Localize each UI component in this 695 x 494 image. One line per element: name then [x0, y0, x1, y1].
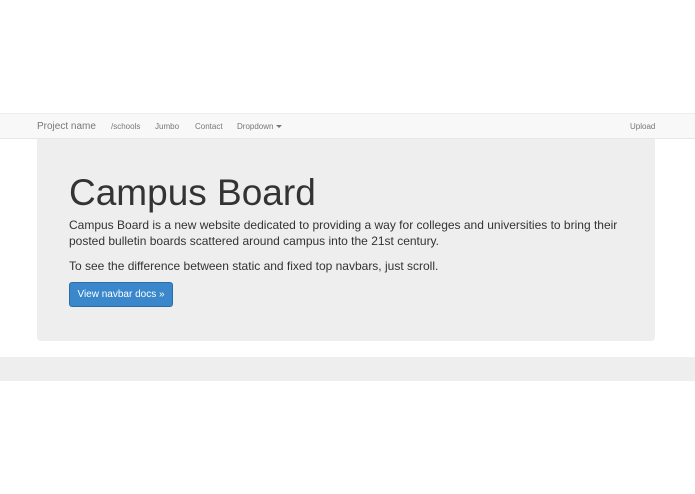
nav-link-schools[interactable]: /schools: [111, 122, 140, 132]
view-navbar-docs-button[interactable]: View navbar docs »: [69, 282, 173, 307]
top-navbar: Project name /schools Jumbo Contact Drop…: [0, 113, 695, 139]
footer-band: [0, 357, 695, 381]
jumbotron: Campus Board Campus Board is a new websi…: [37, 139, 655, 341]
jumbotron-description: Campus Board is a new website dedicated …: [69, 218, 618, 248]
navbar-brand[interactable]: Project name: [37, 120, 96, 133]
nav-link-jumbo[interactable]: Jumbo: [155, 122, 179, 132]
page-title: Campus Board: [69, 172, 316, 213]
caret-down-icon: [276, 125, 283, 129]
nav-dropdown-label: Dropdown: [237, 122, 274, 131]
page: Project name /schools Jumbo Contact Drop…: [0, 0, 695, 494]
jumbotron-note: To see the difference between static and…: [69, 259, 439, 273]
nav-link-upload[interactable]: Upload: [630, 122, 655, 132]
nav-dropdown-toggle[interactable]: Dropdown: [237, 122, 283, 132]
nav-link-contact[interactable]: Contact: [195, 122, 223, 132]
